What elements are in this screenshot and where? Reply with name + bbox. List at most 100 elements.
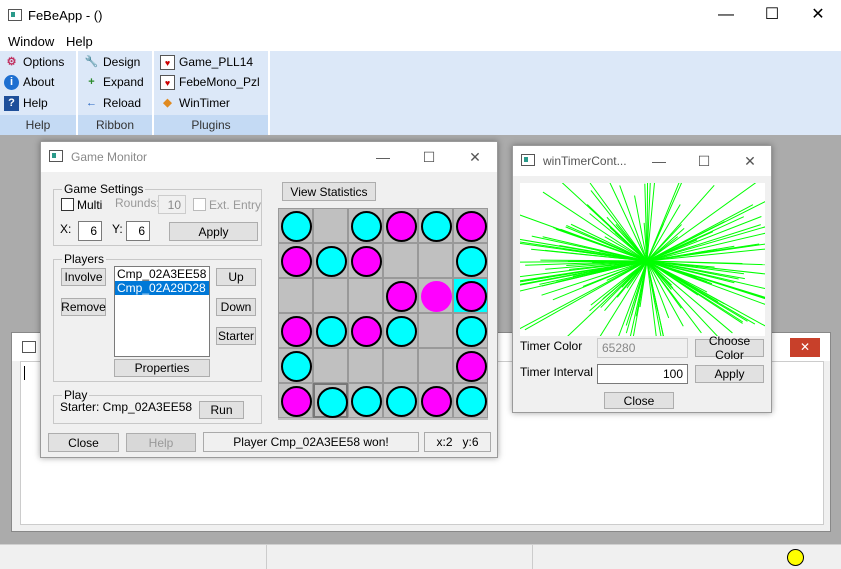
plugin-wintimer[interactable]: ◆ WinTimer (160, 93, 230, 113)
close-button[interactable]: ✕ (732, 146, 768, 176)
board-cell[interactable] (418, 208, 453, 243)
board-cell[interactable] (453, 278, 488, 313)
timer-apply-button[interactable]: Apply (695, 365, 764, 383)
view-statistics-button[interactable]: View Statistics (282, 182, 376, 201)
board-cell[interactable] (383, 383, 418, 418)
board-cell[interactable] (383, 348, 418, 383)
board-cell[interactable] (418, 243, 453, 278)
remove-button[interactable]: Remove (61, 298, 106, 316)
timer-close-button[interactable]: Close (604, 392, 674, 409)
board-cell[interactable] (453, 313, 488, 348)
board-cell[interactable] (348, 348, 383, 383)
board-cell[interactable] (348, 383, 383, 418)
game-board[interactable] (278, 208, 488, 420)
board-cell[interactable] (348, 243, 383, 278)
board-cell[interactable] (383, 313, 418, 348)
board-cell[interactable] (383, 278, 418, 313)
board-cell[interactable] (453, 383, 488, 418)
board-cell[interactable] (313, 278, 348, 313)
board-cell[interactable] (278, 243, 313, 278)
board-cell[interactable] (383, 208, 418, 243)
multi-checkbox[interactable] (61, 198, 74, 211)
board-cell[interactable] (313, 313, 348, 348)
menu-window[interactable]: Window (8, 34, 54, 49)
settings-apply-button[interactable]: Apply (169, 222, 258, 241)
plugin-game-pll14[interactable]: ♥ Game_PLL14 (160, 52, 253, 72)
child-close-button[interactable]: ✕ (790, 338, 820, 357)
ext-entry-checkbox[interactable] (193, 198, 206, 211)
window-title: FeBeApp - () (28, 8, 103, 23)
starter-button[interactable]: Starter (216, 327, 256, 345)
menu-help[interactable]: Help (66, 34, 93, 49)
minimize-button[interactable]: — (641, 146, 677, 176)
board-cell[interactable] (348, 313, 383, 348)
expand-icon: + (88, 75, 95, 88)
monitor-close-button[interactable]: Close (48, 433, 119, 452)
cyan-disc (421, 211, 452, 242)
y-input[interactable]: 6 (126, 221, 150, 241)
maximize-button[interactable]: ☐ (749, 0, 795, 30)
board-cell[interactable] (313, 383, 348, 418)
magenta-disc (421, 386, 452, 417)
plugin-label: FebeMono_Pzl (179, 75, 260, 89)
properties-button[interactable]: Properties (114, 359, 210, 377)
x-input[interactable]: 6 (78, 221, 102, 241)
board-cell[interactable] (418, 278, 453, 313)
choose-color-button[interactable]: Choose Color (695, 334, 764, 362)
player-list-item-selected[interactable]: Cmp_02A29D28 (115, 281, 209, 295)
player-list-item[interactable]: Cmp_02A3EE58 (115, 267, 209, 281)
close-button[interactable]: ✕ (457, 142, 493, 172)
maximize-button[interactable]: ☐ (686, 146, 722, 176)
about-button[interactable]: i About (4, 72, 54, 92)
board-cell[interactable] (453, 243, 488, 278)
board-cell[interactable] (418, 383, 453, 418)
board-cell[interactable] (313, 208, 348, 243)
rounds-input[interactable]: 10 (158, 195, 186, 214)
board-cell[interactable] (313, 348, 348, 383)
status-divider (266, 545, 267, 569)
board-cell[interactable] (278, 348, 313, 383)
monitor-help-button[interactable]: Help (126, 433, 196, 452)
involve-button[interactable]: Involve (61, 268, 106, 286)
board-cell[interactable] (453, 208, 488, 243)
minimize-button[interactable]: — (365, 142, 401, 172)
maximize-button[interactable]: ☐ (411, 142, 447, 172)
board-cell[interactable] (278, 383, 313, 418)
board-cell[interactable] (453, 348, 488, 383)
board-cell[interactable] (383, 243, 418, 278)
design-button[interactable]: 🔧 Design (84, 52, 141, 72)
cyan-disc (351, 211, 382, 242)
multi-label: Multi (77, 198, 103, 212)
x-label: X: (60, 222, 72, 236)
board-cell[interactable] (348, 208, 383, 243)
help-button[interactable]: ? Help (4, 93, 48, 113)
reload-button[interactable]: ← Reload (84, 93, 141, 113)
down-button[interactable]: Down (216, 298, 256, 316)
board-cell[interactable] (313, 243, 348, 278)
timer-color-field[interactable]: 65280 (597, 338, 688, 358)
diamond-icon: ◆ (163, 96, 172, 109)
board-cell[interactable] (418, 348, 453, 383)
board-cell[interactable] (278, 313, 313, 348)
rounds-label: Rounds: (115, 196, 160, 210)
help-label: Help (23, 96, 48, 110)
minimize-button[interactable]: — (703, 0, 749, 30)
magenta-disc (386, 281, 417, 312)
options-button[interactable]: ⚙ Options (4, 52, 65, 72)
reload-label: Reload (103, 96, 142, 110)
board-cell[interactable] (418, 313, 453, 348)
board-cell[interactable] (348, 278, 383, 313)
up-button[interactable]: Up (216, 268, 256, 286)
players-listbox[interactable]: Cmp_02A3EE58 Cmp_02A29D28 (114, 266, 210, 357)
timer-interval-input[interactable]: 100 (597, 364, 688, 384)
expand-button[interactable]: + Expand (84, 72, 143, 92)
plugin-febemono-pzl[interactable]: ♥ FebeMono_Pzl (160, 72, 260, 92)
cyan-disc (456, 316, 487, 347)
close-button[interactable]: ✕ (795, 0, 841, 30)
status-bar (0, 544, 841, 569)
run-button[interactable]: Run (199, 401, 244, 419)
coords-readout: x:2 y:6 (424, 432, 491, 452)
board-cell[interactable] (278, 208, 313, 243)
board-cell[interactable] (278, 278, 313, 313)
plugin-label: Game_PLL14 (179, 55, 254, 69)
